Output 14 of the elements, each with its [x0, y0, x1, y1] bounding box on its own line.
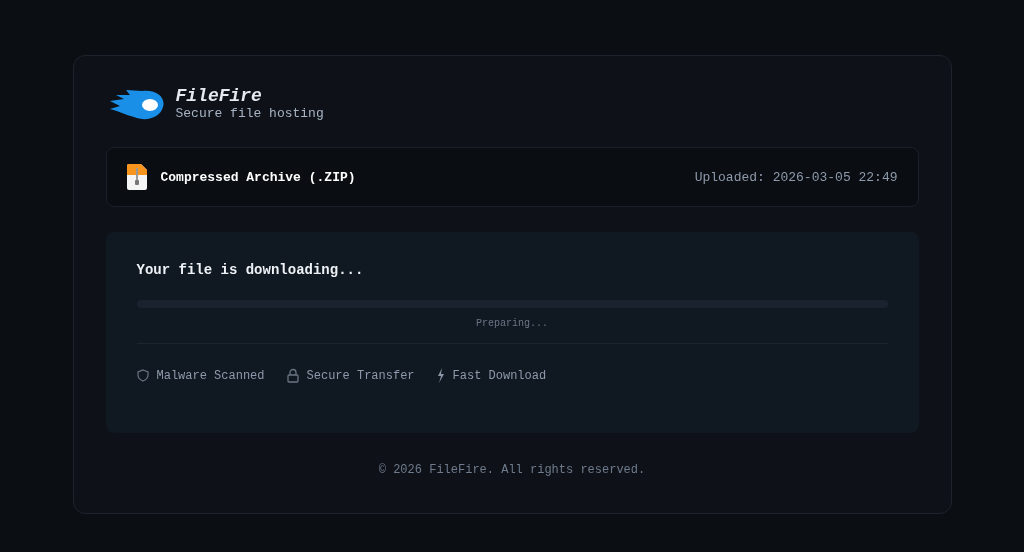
- zip-file-icon: [126, 164, 147, 190]
- feature-label: Secure Transfer: [306, 368, 415, 383]
- feature-label: Fast Download: [452, 368, 547, 383]
- shield-icon: [136, 369, 149, 382]
- lightning-icon: [436, 368, 445, 383]
- progress-label: Preparing...: [475, 318, 549, 329]
- copyright-text: © 2026 FileFire. All rights reserved.: [377, 463, 647, 477]
- lock-icon: [286, 368, 299, 383]
- brand-name: FileFire: [175, 86, 263, 106]
- file-type: Compressed Archive (.ZIP): [160, 169, 356, 185]
- tagline: Secure file hosting: [175, 106, 324, 121]
- upload-date: Uploaded: 2026-03-05 22:49: [694, 169, 898, 185]
- download-status: Your file is downloading...: [136, 262, 365, 278]
- feature-label: Malware Scanned: [156, 368, 265, 383]
